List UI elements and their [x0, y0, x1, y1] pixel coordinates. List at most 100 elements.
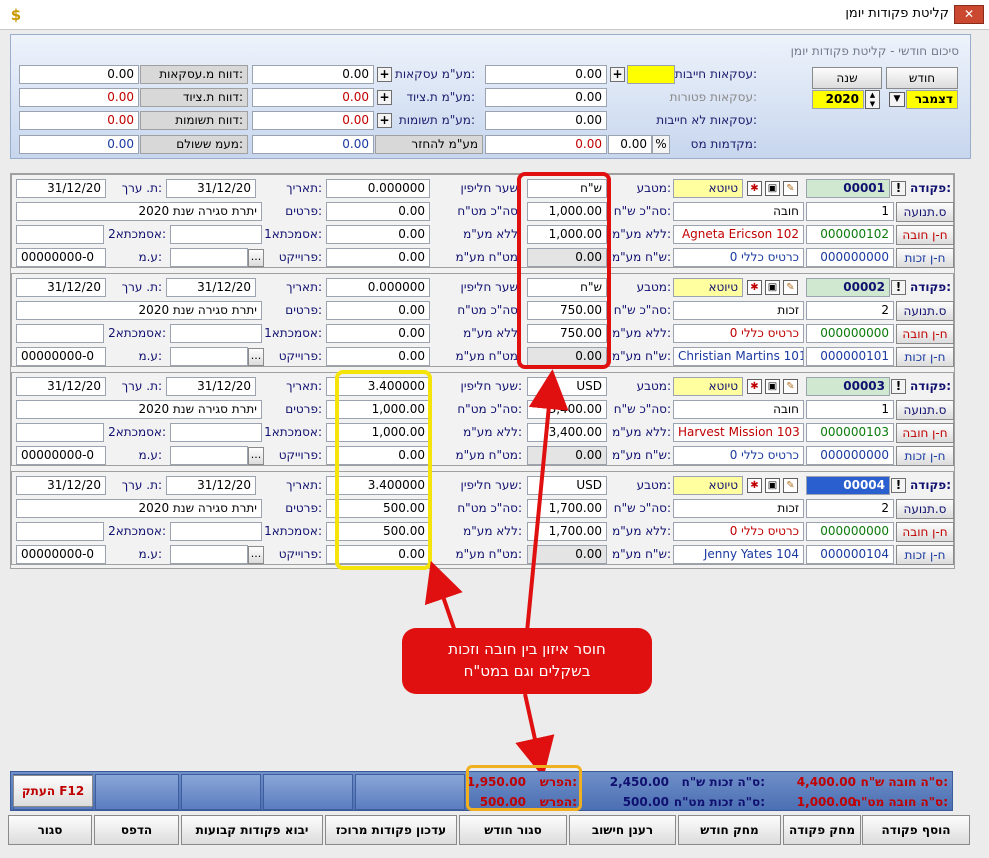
debit-account-number[interactable]: 000000103	[806, 423, 894, 442]
copy-f12-button[interactable]: העתק F12	[13, 775, 93, 807]
date-field[interactable]: 31/12/20	[166, 377, 256, 396]
reference2-field[interactable]	[16, 225, 104, 244]
voucher-number-field[interactable]: 00004	[806, 476, 890, 495]
reference1-field[interactable]	[170, 522, 262, 541]
credit-account-number[interactable]: 000000000	[806, 248, 894, 267]
reported-equipment-field[interactable]: 0.00	[19, 88, 139, 107]
reference1-field[interactable]	[170, 423, 262, 442]
credit-account-number[interactable]: 000000104	[806, 545, 894, 564]
movement-type-button[interactable]: ס.תנועה	[896, 301, 954, 321]
edit-icon[interactable]: ✎	[783, 181, 798, 196]
delete-month-button[interactable]: מחק חודש	[678, 815, 781, 845]
debit-account-button[interactable]: ח-ן חובה	[896, 324, 954, 344]
credit-account-button[interactable]: ח-ן זכות	[896, 347, 954, 367]
month-select[interactable]: דצמבר	[906, 90, 958, 109]
bug-icon[interactable]: ✱	[747, 478, 762, 493]
value-date-field[interactable]: 31/12/20	[16, 476, 106, 495]
rate-field[interactable]: 0.000000	[326, 179, 430, 198]
vat-number-field[interactable]: 00000000-0	[16, 545, 106, 564]
draft-field[interactable]: טיוטא	[673, 377, 743, 396]
total-ils-field[interactable]: 3,400.00	[527, 400, 607, 419]
delete-voucher-button[interactable]: מחק פקודה	[783, 815, 861, 845]
vat-number-field[interactable]: 00000000-0	[16, 248, 106, 267]
year-button[interactable]: שנה	[812, 67, 882, 89]
vat-ils-field[interactable]: 0.00	[527, 446, 607, 465]
vat-fx-field[interactable]: 0.00	[326, 248, 430, 267]
exempt-sales-field[interactable]: 0.00	[485, 88, 607, 107]
vat-inputs-field[interactable]: 0.00	[252, 111, 374, 130]
draft-field[interactable]: טיוטא	[673, 278, 743, 297]
total-fx-field[interactable]: 0.00	[326, 202, 430, 221]
vat-sales-field[interactable]: 0.00	[252, 65, 374, 84]
vat-equipment-field[interactable]: 0.00	[252, 88, 374, 107]
close-month-button[interactable]: סגור חודש	[459, 815, 567, 845]
close-button[interactable]: סגור	[8, 815, 92, 845]
debit-account-number[interactable]: 000000102	[806, 225, 894, 244]
reference2-field[interactable]	[16, 522, 104, 541]
project-field[interactable]	[170, 446, 248, 465]
details-field[interactable]: יתרת סגירה שנת 2020	[16, 400, 262, 419]
movement-type-button[interactable]: ס.תנועה	[896, 202, 954, 222]
credit-account-button[interactable]: ח-ן זכות	[896, 446, 954, 466]
exclamation-icon[interactable]: !	[891, 280, 906, 295]
exclamation-icon[interactable]: !	[891, 181, 906, 196]
no-vat-field[interactable]: 3,400.00	[527, 423, 607, 442]
no-vat-field[interactable]: 1,700.00	[527, 522, 607, 541]
edit-icon[interactable]: ✎	[783, 478, 798, 493]
details-field[interactable]: יתרת סגירה שנת 2020	[16, 301, 262, 320]
non-taxable-sales-field[interactable]: 0.00	[485, 111, 607, 130]
tax-advance-pct-field[interactable]: 0.00	[608, 135, 652, 154]
value-date-field[interactable]: 31/12/20	[16, 278, 106, 297]
no-vat-fx-field[interactable]: 0.00	[326, 324, 430, 343]
details-field[interactable]: יתרת סגירה שנת 2020	[16, 499, 262, 518]
window-icon[interactable]: ▣	[765, 379, 780, 394]
credit-account-button[interactable]: ח-ן זכות	[896, 248, 954, 268]
taxable-sales-field[interactable]: 0.00	[485, 65, 607, 84]
vat-fx-field[interactable]: 0.00	[326, 347, 430, 366]
credit-account-button[interactable]: ח-ן זכות	[896, 545, 954, 565]
currency-field[interactable]: USD	[527, 377, 607, 396]
project-lookup-button[interactable]: ...	[248, 348, 264, 366]
movement-type-field[interactable]: 2	[806, 499, 894, 518]
tax-advance-field[interactable]: 0.00	[485, 135, 607, 154]
chevron-down-icon[interactable]: ▼	[889, 92, 905, 107]
project-lookup-button[interactable]: ...	[248, 546, 264, 564]
credit-account-number[interactable]: 000000101	[806, 347, 894, 366]
details-field[interactable]: יתרת סגירה שנת 2020	[16, 202, 262, 221]
draft-field[interactable]: טיוטא	[673, 179, 743, 198]
exclamation-icon[interactable]: !	[891, 478, 906, 493]
voucher-number-field[interactable]: 00002	[806, 278, 890, 297]
movement-type-button[interactable]: ס.תנועה	[896, 499, 954, 519]
movement-type-button[interactable]: ס.תנועה	[896, 400, 954, 420]
month-button[interactable]: חודש	[886, 67, 958, 89]
plus-icon[interactable]: +	[377, 90, 392, 105]
debit-account-button[interactable]: ח-ן חובה	[896, 423, 954, 443]
movement-type-field[interactable]: 1	[806, 400, 894, 419]
project-lookup-button[interactable]: ...	[248, 249, 264, 267]
currency-field[interactable]: USD	[527, 476, 607, 495]
bug-icon[interactable]: ✱	[747, 181, 762, 196]
voucher-number-field[interactable]: 00003	[806, 377, 890, 396]
plus-icon[interactable]: +	[377, 113, 392, 128]
vat-paid-field[interactable]: 0.00	[19, 135, 139, 154]
movement-type-field[interactable]: 1	[806, 202, 894, 221]
project-lookup-button[interactable]: ...	[248, 447, 264, 465]
reported-inputs-field[interactable]: 0.00	[19, 111, 139, 130]
date-field[interactable]: 31/12/20	[166, 179, 256, 198]
edit-icon[interactable]: ✎	[783, 280, 798, 295]
import-fixed-button[interactable]: יבוא פקודות קבועות	[181, 815, 323, 845]
total-fx-field[interactable]: 0.00	[326, 301, 430, 320]
no-vat-fx-field[interactable]: 0.00	[326, 225, 430, 244]
plus-icon[interactable]: +	[377, 67, 392, 82]
value-date-field[interactable]: 31/12/20	[16, 179, 106, 198]
exclamation-icon[interactable]: !	[891, 379, 906, 394]
reported-sales-field[interactable]: 0.00	[19, 65, 139, 84]
debit-account-number[interactable]: 000000000	[806, 522, 894, 541]
debit-account-button[interactable]: ח-ן חובה	[896, 522, 954, 542]
movement-type-field[interactable]: 2	[806, 301, 894, 320]
refresh-calc-button[interactable]: רענן חישוב	[569, 815, 676, 845]
draft-field[interactable]: טיוטא	[673, 476, 743, 495]
date-field[interactable]: 31/12/20	[166, 476, 256, 495]
reference2-field[interactable]	[16, 423, 104, 442]
bug-icon[interactable]: ✱	[747, 280, 762, 295]
